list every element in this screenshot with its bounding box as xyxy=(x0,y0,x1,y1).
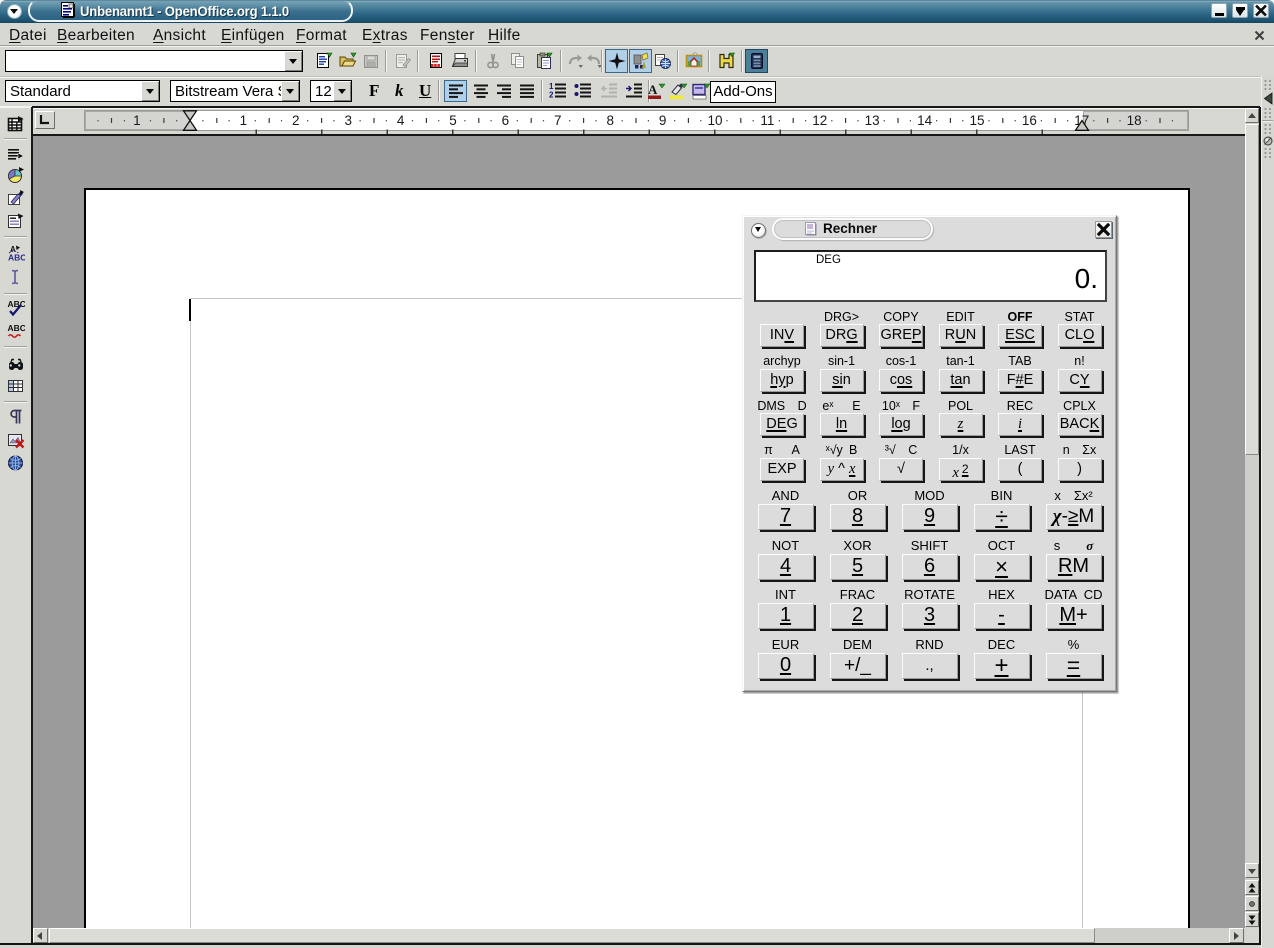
svg-text:ABC: ABC xyxy=(8,323,26,333)
svg-text:9: 9 xyxy=(659,113,667,128)
svg-text:1: 1 xyxy=(133,113,141,128)
svg-text:7: 7 xyxy=(554,113,562,128)
svg-text:5: 5 xyxy=(449,113,457,128)
svg-text:12: 12 xyxy=(812,113,827,128)
svg-text:A: A xyxy=(648,82,658,97)
svg-text:14: 14 xyxy=(917,113,933,128)
svg-text:11: 11 xyxy=(760,113,774,128)
svg-text:15: 15 xyxy=(969,113,984,128)
svg-text:16: 16 xyxy=(1022,113,1037,128)
svg-text:10: 10 xyxy=(707,113,722,128)
svg-text:4: 4 xyxy=(397,113,405,128)
svg-text:2: 2 xyxy=(549,91,554,99)
svg-text:1: 1 xyxy=(240,113,248,128)
svg-text:6: 6 xyxy=(502,113,510,128)
svg-text:18: 18 xyxy=(1127,113,1142,128)
svg-text:13: 13 xyxy=(865,113,880,128)
svg-text:2: 2 xyxy=(292,113,300,128)
svg-text:ABC: ABC xyxy=(8,253,25,263)
svg-text:ABC: ABC xyxy=(8,299,26,309)
svg-text:8: 8 xyxy=(606,113,614,128)
svg-text:3: 3 xyxy=(344,113,352,128)
